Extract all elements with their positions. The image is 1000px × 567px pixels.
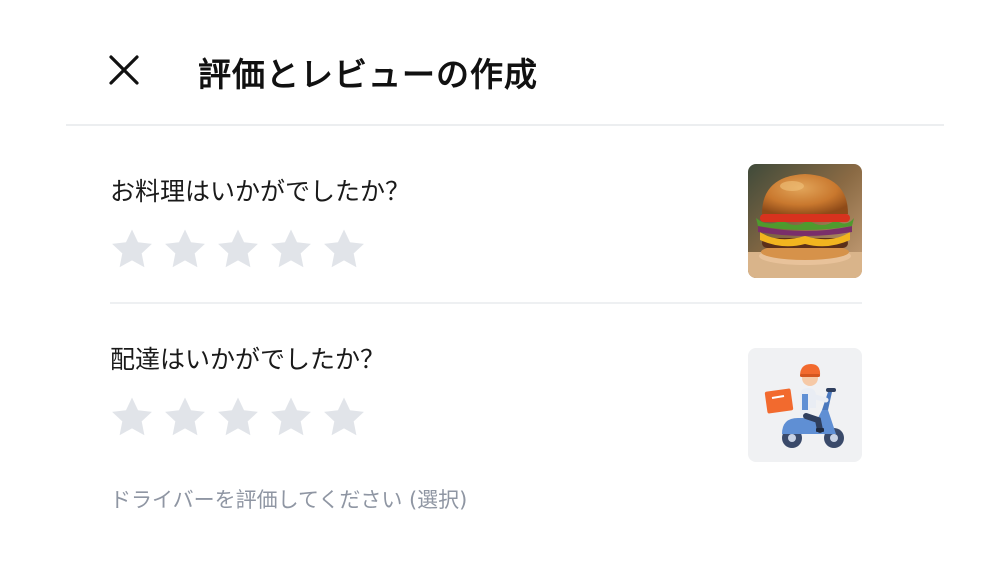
food-star-3-icon[interactable] xyxy=(216,228,260,270)
delivery-star-rating[interactable] xyxy=(110,396,366,438)
page-title: 評価とレビューの作成 xyxy=(198,55,538,94)
burger-image xyxy=(748,164,862,278)
delivery-star-2-icon[interactable] xyxy=(163,396,207,438)
delivery-rating-section: 配達はいかがでしたか？ xyxy=(110,318,862,468)
food-star-rating[interactable] xyxy=(110,228,366,270)
delivery-question: 配達はいかがでしたか？ xyxy=(110,345,386,374)
food-question: お料理はいかがでしたか？ xyxy=(110,177,411,206)
delivery-star-3-icon[interactable] xyxy=(216,396,260,438)
driver-rating-hint-link[interactable]: ドライバーを評価してください (選択) xyxy=(110,484,467,514)
food-star-2-icon[interactable] xyxy=(163,228,207,270)
food-rating-section: お料理はいかがでしたか？ xyxy=(110,150,862,304)
delivery-star-4-icon[interactable] xyxy=(269,396,313,438)
delivery-star-1-icon[interactable] xyxy=(110,396,154,438)
food-star-4-icon[interactable] xyxy=(269,228,313,270)
food-star-1-icon[interactable] xyxy=(110,228,154,270)
delivery-star-5-icon[interactable] xyxy=(322,396,366,438)
food-star-5-icon[interactable] xyxy=(322,228,366,270)
delivery-scooter-image xyxy=(748,348,862,462)
header: 評価とレビューの作成 xyxy=(66,0,944,126)
rating-review-page: 評価とレビューの作成 お料理はいかがでしたか？ 配達はいかがでしたか？ ドライバ… xyxy=(0,0,1000,567)
close-icon[interactable] xyxy=(106,52,142,88)
